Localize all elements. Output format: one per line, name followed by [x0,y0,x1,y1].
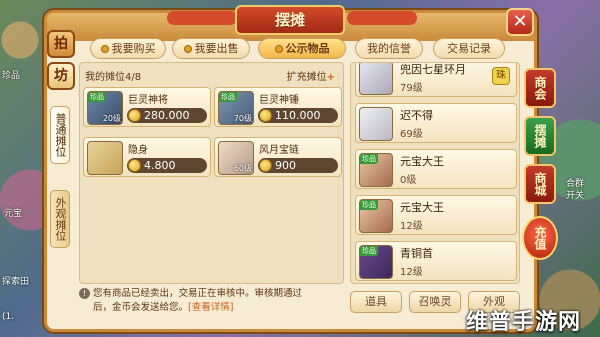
close-button[interactable]: ✕ [506,8,534,36]
item-level: 20级 [102,114,121,123]
item-level: 60级 [233,164,252,173]
player-level: 12级 [400,267,423,278]
coin-icon [100,45,109,53]
player-level: 12级 [400,221,423,232]
item-name: 隐身 [128,145,148,156]
item-level: 70级 [233,114,252,123]
player-name: 青铜首 [400,247,433,260]
stall-item[interactable]: 60级 风月宝链 900 [214,137,342,177]
rare-badge: 珍品 [360,246,378,256]
item-name: 风月宝链 [259,145,299,156]
item-price: 280.000 [127,108,207,123]
stall-item[interactable]: 珍品 70级 巨灵神锤 110.000 [214,87,342,127]
my-stall-area: 我的摊位4/8 扩充摊位+ 珍品 20级 巨灵神将 280.000 珍品 70级… [79,62,344,284]
auction-tab-bottom[interactable]: 坊 [47,62,75,90]
list-item[interactable]: 珍品 青铜首 12级 [355,241,517,281]
player-level: 0级 [400,175,417,186]
list-item[interactable]: 珍品 元宝大王 12级 [355,195,517,235]
necklace-icon: 60级 [218,141,254,175]
background-text: 珍品 [2,71,21,81]
item-price: 4.800 [127,158,207,173]
player-name: 迟不得 [400,109,433,122]
avatar: 珍品 [359,245,393,279]
ribbon-right [347,11,417,25]
coin-icon [259,109,272,122]
expand-stall-button[interactable]: 扩充摊位+ [287,68,335,83]
rare-badge: 珍品 [88,92,106,102]
side-tab-normal-stall[interactable]: 普通摊位 [50,106,70,164]
summon-button[interactable]: 召唤灵 [409,291,461,313]
item-name: 巨灵神锤 [259,95,299,106]
side-menu-guild[interactable]: 商会 [524,68,556,108]
background-text: 探索田 [2,277,30,287]
item-icon: 珍品 20级 [87,91,123,125]
background-text: 开关 [566,191,585,201]
tab-buy[interactable]: 我要购买 [90,38,166,59]
item-icon: 珍品 70级 [218,91,254,125]
coin-icon [128,109,141,122]
stall-item[interactable]: 珍品 20级 巨灵神将 280.000 [83,87,211,127]
stall-item[interactable]: 隐身 4.800 [83,137,211,177]
item-price: 110.000 [258,108,338,123]
coin-icon [128,159,141,172]
background-text: 元宝 [4,209,23,219]
recharge-button[interactable]: 充值 [522,216,558,260]
coin-icon [274,45,283,53]
item-price: 900 [258,158,338,173]
player-name: 元宝大王 [400,201,444,214]
avatar: 珍品 [359,199,393,233]
tab-trade-records[interactable]: 交易记录 [433,38,505,59]
panel-title: 摆摊 [235,5,345,35]
player-level: 69级 [400,129,423,140]
player-name: 兜因七星环月 [400,63,466,76]
rare-badge: 珍品 [360,200,378,210]
side-menu-mall[interactable]: 商城 [524,164,556,204]
auction-tab-top[interactable]: 拍 [47,30,75,58]
tab-public-items[interactable]: 公示物品 [258,38,346,59]
player-level: 79级 [400,83,423,94]
tab-reputation[interactable]: 我的信誉 [355,38,423,59]
list-item[interactable]: 珍品 元宝大王 0级 [355,149,517,189]
rare-badge: 珍品 [360,154,378,164]
item-name: 巨灵神将 [128,95,168,106]
avatar [359,63,393,95]
coin-icon [183,45,192,53]
view-details-link[interactable]: [查看详情] [188,302,233,313]
scroll-icon [87,141,123,175]
list-item[interactable]: 兜因七星环月 79级 珠 [355,63,517,97]
side-tab-appearance-stall[interactable]: 外观摊位 [50,190,70,248]
list-item[interactable]: 迟不得 69级 [355,103,517,143]
items-button[interactable]: 道具 [350,291,402,313]
player-list: 兜因七星环月 79级 珠 迟不得 69级 珍品 元宝大王 0级 珍品 元宝大王 … [350,62,520,284]
info-icon: ! [79,288,90,299]
ribbon-left [167,11,237,25]
tab-sell[interactable]: 我要出售 [172,38,250,59]
guild-badge: 珠 [492,67,510,85]
stall-count: 我的摊位4/8 [85,72,142,83]
side-menu-stall[interactable]: 摆摊 [524,116,556,156]
plus-icon: + [326,72,335,83]
watermark: 维普手游网 [466,310,582,335]
sale-notice: ! 您有商品已经卖出，交易正在审核中。审核期通过 后，金币会发送给您。[查看详情… [79,287,344,319]
background-text: (1. [2,312,15,322]
player-name: 元宝大王 [400,155,444,168]
rare-badge: 珍品 [219,92,237,102]
avatar: 珍品 [359,153,393,187]
coin-icon [259,159,272,172]
avatar [359,107,393,141]
